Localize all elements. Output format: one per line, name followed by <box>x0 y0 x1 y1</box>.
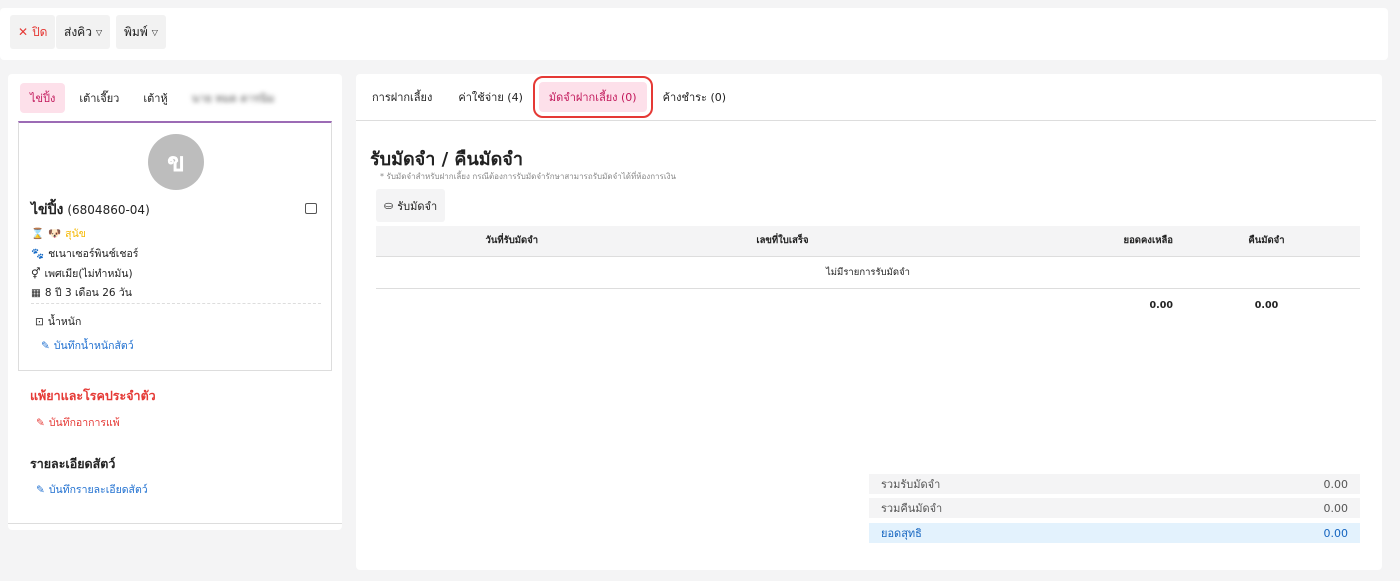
breed: ชเนาเซอร์พินช์เชอร์ <box>48 248 139 260</box>
close-icon: ✕ <box>18 25 29 39</box>
tab-deposit[interactable]: มัดจำฝากเลี้ยง (0) <box>532 76 653 118</box>
deposit-note: * รับมัดจำสำหรับฝากเลี้ยง กรณีต้องการรับ… <box>380 172 676 181</box>
total-refund: 0.00 <box>1254 299 1279 311</box>
allergy-title: แพ้ยาและโรคประจำตัว <box>30 388 156 403</box>
chevron-down-icon: ▽ <box>95 27 103 37</box>
pet-card: ข ไข่ปิ้ง (6804860-04) ⌛ 🐶 สุนัข 🐾 ชเนาเซอร์… <box>18 121 332 371</box>
pencil-icon: ✎ <box>41 339 50 352</box>
pet-tab[interactable]: ไข่ปิ้ง <box>20 83 66 113</box>
gender-icon: ⚥ <box>31 267 41 280</box>
details-title: รายละเอียดสัตว์ <box>30 456 116 471</box>
age: 8 ปี 3 เดือน 26 วัน <box>44 287 132 299</box>
species: สุนัข <box>65 228 86 240</box>
record-weight-link[interactable]: ✎ บันทึกน้ำหนักสัตว์ <box>41 337 134 354</box>
sex: เพศเมีย(ไม่ทำหมัน) <box>44 268 133 280</box>
summary-net-row: ยอดสุทธิ 0.00 <box>869 523 1360 543</box>
total-balance: 0.00 <box>1149 299 1173 311</box>
tab-expenses[interactable]: ค่าใช้จ่าย (4) <box>448 82 533 112</box>
hourglass-icon: ⌛ <box>31 228 45 240</box>
scale-icon: ⊡ <box>35 315 44 328</box>
page-title: รับมัดจำ / คืนมัดจำ <box>370 149 523 170</box>
print-button[interactable]: พิมพ์ ▽ <box>116 15 166 49</box>
pet-tab[interactable]: เต้าเจี๊ยว <box>69 83 129 113</box>
dog-icon: 🐶 <box>48 228 62 240</box>
pencil-icon: ✎ <box>36 483 45 496</box>
owner-tab[interactable]: นาย หมด ดารนิม <box>182 83 285 113</box>
hand-coin-icon: ⛀ <box>384 199 394 212</box>
card-icon[interactable] <box>305 203 317 214</box>
avatar: ข <box>148 134 204 190</box>
pet-panel: ไข่ปิ้ง เต้าเจี๊ยว เต้าหู้ นาย หมด ดารนิ… <box>8 74 342 530</box>
tab-outstanding[interactable]: ค้างชำระ (0) <box>653 82 736 112</box>
empty-message: ไม่มีรายการรับมัดจำ <box>376 255 1360 289</box>
record-allergy-link[interactable]: ✎ บันทึกอาการแพ้ <box>36 414 120 431</box>
pet-tab[interactable]: เต้าหู้ <box>133 83 177 113</box>
summary-row: รวมคืนมัดจำ 0.00 <box>869 498 1360 518</box>
receive-deposit-button[interactable]: ⛀ รับมัดจำ <box>376 189 446 222</box>
deposit-table: วันที่รับมัดจำ เลขที่ใบเสร็จ ยอดคงเหลือ คืน… <box>376 226 1360 322</box>
send-queue-button[interactable]: ส่งคิว ▽ <box>56 15 111 49</box>
pet-name: ไข่ปิ้ง <box>31 202 64 218</box>
tab-boarding[interactable]: การฝากเลี้ยง <box>362 82 442 112</box>
pet-code: (6804860-04) <box>67 203 150 217</box>
cake-icon: ▦ <box>31 286 41 299</box>
chevron-down-icon: ▽ <box>151 27 158 37</box>
main-panel: การฝากเลี้ยง ค่าใช้จ่าย (4) มัดจำฝากเลี้… <box>356 74 1382 570</box>
pencil-icon: ✎ <box>36 416 45 429</box>
weight-label: น้ำหนัก <box>47 316 82 328</box>
paw-icon: 🐾 <box>31 248 45 260</box>
toolbar: ✕ ปิด ส่งคิว ▽ พิมพ์ ▽ <box>0 8 1388 60</box>
summary-row: รวมรับมัดจำ 0.00 <box>869 474 1360 494</box>
close-button[interactable]: ✕ ปิด <box>10 15 56 49</box>
record-details-link[interactable]: ✎ บันทึกรายละเอียดสัตว์ <box>36 481 148 498</box>
